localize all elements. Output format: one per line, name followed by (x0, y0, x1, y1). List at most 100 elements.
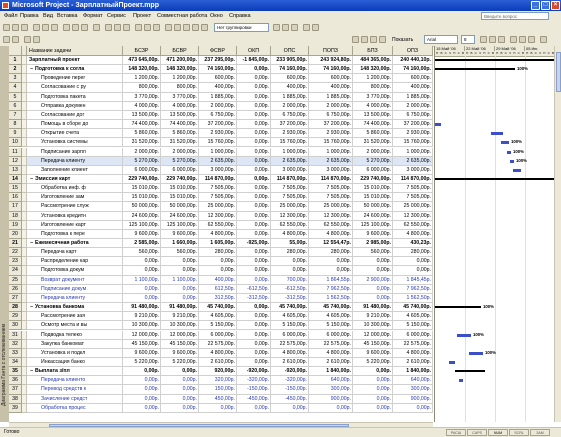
value-cell[interactable]: 450,00р. (199, 394, 237, 404)
task-row[interactable]: 21 Ежемесячная работа −2 585,00р. 1 660,00р… (9, 239, 433, 249)
value-cell[interactable]: 800,00р. (161, 83, 199, 93)
value-cell[interactable]: 1 840,00р. (393, 367, 433, 377)
value-cell[interactable]: 0,00р. (237, 321, 271, 331)
task-name-cell[interactable]: Передача клиенту (27, 293, 123, 304)
value-cell[interactable]: 400,00р. (309, 83, 353, 93)
value-cell[interactable]: 4 800,00р. (393, 229, 433, 239)
menu-tools[interactable]: Сервис (107, 11, 126, 22)
value-cell[interactable]: 91 480,00р. (123, 303, 161, 313)
value-cell[interactable]: 91 480,00р. (161, 303, 199, 313)
value-cell[interactable]: 31 520,00р. (123, 138, 161, 148)
value-cell[interactable]: 600,00р. (309, 74, 353, 84)
task-name-cell[interactable]: Согласование с ру (27, 83, 123, 93)
value-cell[interactable]: 300,00р. (393, 385, 433, 395)
header-fsvr[interactable]: ФСВР (199, 46, 237, 56)
task-row[interactable]: 14 Эмиссия карт −229 740,00р. 229 740,00р. 1… (9, 174, 433, 185)
value-cell[interactable]: 37 200,00р. (199, 120, 237, 130)
value-cell[interactable]: 24 600,00р. (353, 211, 393, 221)
value-cell[interactable]: 6 750,00р. (271, 110, 309, 121)
value-cell[interactable]: 7 505,00р. (199, 193, 237, 203)
task-name-cell[interactable]: Передача карт (27, 248, 123, 258)
value-cell[interactable]: 0,00р. (123, 403, 161, 413)
undo-icon[interactable] (93, 24, 100, 31)
value-cell[interactable]: 37 200,00р. (393, 120, 433, 130)
value-cell[interactable]: 0,00р. (161, 403, 199, 413)
header-bsvr[interactable]: БСВР (161, 46, 199, 56)
task-name-cell[interactable]: Подводка телеко (27, 330, 123, 340)
value-cell[interactable]: 4 800,00р. (271, 348, 309, 358)
value-cell[interactable]: -450,00р. (271, 394, 309, 404)
value-cell[interactable]: 22 575,00р. (393, 339, 433, 349)
value-cell[interactable]: 280,00р. (271, 248, 309, 258)
header-corner[interactable] (9, 46, 22, 56)
row-id-cell[interactable]: 1 (9, 56, 22, 66)
row-id-cell[interactable]: 34 (9, 357, 22, 368)
value-cell[interactable]: 473 645,00р. (123, 56, 161, 66)
task-name-cell[interactable]: Рассмотрение зая (27, 312, 123, 322)
row-id-cell[interactable]: 13 (9, 165, 22, 175)
value-cell[interactable]: 1 000,00р. (309, 147, 353, 157)
value-cell[interactable]: 3 000,00р. (199, 165, 237, 175)
value-cell[interactable]: 0,00р. (123, 394, 161, 404)
value-cell[interactable]: 1 100,00р. (123, 275, 161, 285)
value-cell[interactable]: 400,00р. (271, 83, 309, 93)
row-id-cell[interactable]: 26 (9, 284, 22, 294)
value-cell[interactable]: 0,00р. (237, 184, 271, 194)
value-cell[interactable]: 2 000,00р. (393, 101, 433, 111)
group-by-dropdown[interactable]: Нет группировки (214, 23, 269, 32)
value-cell[interactable]: 15 760,00р. (199, 138, 237, 148)
header-task-name[interactable]: Название задачи (27, 46, 123, 56)
value-cell[interactable]: 6 750,00р. (199, 110, 237, 121)
value-cell[interactable]: 45 150,00р. (353, 339, 393, 349)
task-row[interactable]: 1 Зарплатный проект 473 645,00р. 471 200,00… (9, 56, 433, 66)
value-cell[interactable]: 15 760,00р. (393, 138, 433, 148)
value-cell[interactable]: 2 610,00р. (393, 357, 433, 368)
task-name-cell[interactable]: Эмиссия карт − (27, 174, 123, 185)
task-name-cell[interactable]: Передача клиенто (27, 376, 123, 386)
value-cell[interactable]: 15 010,00р. (161, 193, 199, 203)
summary-bar[interactable] (435, 177, 555, 180)
value-cell[interactable]: 1 660,00р. (161, 239, 199, 249)
value-cell[interactable]: 0,00р. (271, 257, 309, 267)
task-row[interactable]: 11 Подписание зарпл 2 000,00р. 2 000,00р. 1 … (9, 147, 433, 157)
value-cell[interactable]: 10 300,00р. (353, 321, 393, 331)
value-cell[interactable]: 243 924,80р. (309, 56, 353, 66)
value-cell[interactable]: 6 000,00р. (309, 330, 353, 340)
value-cell[interactable]: 2 000,00р. (123, 147, 161, 157)
menu-collaborate[interactable]: Совместная работа (157, 11, 207, 22)
header-popz[interactable]: ПОПЗ (309, 46, 353, 56)
task-row[interactable]: 4 Согласование с ру 800,00р. 800,00р. 400,00… (9, 83, 433, 93)
task-row[interactable]: 34 Инкассация банко 5 220,00р. 5 220,00р. 2 … (9, 357, 433, 368)
row-id-cell[interactable]: 24 (9, 266, 22, 276)
value-cell[interactable]: 12 300,00р. (393, 211, 433, 221)
value-cell[interactable]: 5 860,00р. (161, 129, 199, 139)
preview-icon[interactable] (42, 24, 49, 31)
task-row[interactable]: 22 Передача карт 560,00р. 560,00р. 280,00р. 0… (9, 248, 433, 258)
value-cell[interactable]: -450,00р. (237, 394, 271, 404)
value-cell[interactable]: 45 150,00р. (161, 339, 199, 349)
task-row[interactable]: 17 Рассмотрение служ 50 000,00р. 50 000,00р… (9, 202, 433, 212)
hide-subtasks-icon[interactable] (33, 36, 40, 43)
value-cell[interactable]: 1 562,50р. (393, 293, 433, 304)
task-name-cell[interactable]: Закупка банкомат (27, 339, 123, 349)
task-bar[interactable] (510, 159, 514, 163)
value-cell[interactable]: 12 300,00р. (271, 211, 309, 221)
value-cell[interactable]: 0,00р. (237, 110, 271, 121)
value-cell[interactable]: 0,00р. (237, 120, 271, 130)
row-id-cell[interactable]: 16 (9, 193, 22, 203)
value-cell[interactable]: 74 400,00р. (123, 120, 161, 130)
header-opz[interactable]: ОПЗ (393, 46, 433, 56)
row-id-cell[interactable]: 20 (9, 229, 22, 239)
value-cell[interactable]: 0,00р. (237, 65, 271, 75)
value-cell[interactable]: -920,00р. (271, 367, 309, 377)
value-cell[interactable]: 2 635,00р. (271, 156, 309, 166)
value-cell[interactable]: 25 000,00р. (309, 202, 353, 212)
value-cell[interactable]: 15 010,00р. (123, 184, 161, 194)
task-bar[interactable] (435, 123, 441, 127)
value-cell[interactable]: 2 610,00р. (199, 357, 237, 368)
value-cell[interactable]: 0,00р. (237, 229, 271, 239)
value-cell[interactable]: 91 480,00р. (353, 303, 393, 313)
value-cell[interactable]: 0,00р. (393, 403, 433, 413)
value-cell[interactable]: 600,00р. (271, 74, 309, 84)
row-id-cell[interactable]: 12 (9, 156, 22, 166)
